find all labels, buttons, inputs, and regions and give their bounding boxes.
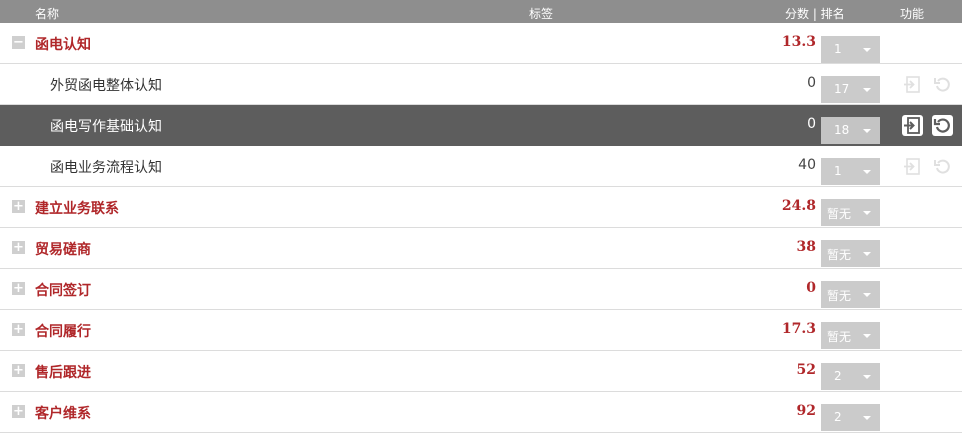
row-name: 合同签订 <box>35 283 91 299</box>
rank-dropdown[interactable]: 18 <box>821 117 880 144</box>
table-row[interactable]: + 售后跟进 52 2 <box>0 351 962 392</box>
rank-dropdown[interactable]: 1 <box>821 158 880 185</box>
chevron-down-icon <box>863 88 871 92</box>
chevron-down-icon <box>863 252 871 256</box>
chevron-down-icon <box>863 334 871 338</box>
rank-dropdown[interactable]: 暂无 <box>821 199 880 226</box>
chevron-down-icon <box>863 375 871 379</box>
row-name: 售后跟进 <box>35 365 91 381</box>
table-row[interactable]: − 函电认知 13.3 1 <box>0 23 962 64</box>
table-row[interactable]: + 合同履行 17.3 暂无 <box>0 310 962 351</box>
rank-value: 暂无 <box>827 289 852 303</box>
enter-icon[interactable] <box>902 74 923 95</box>
row-score: 17.3 <box>781 321 816 337</box>
table-row[interactable]: + 贸易磋商 38 暂无 <box>0 228 962 269</box>
row-score: 24.8 <box>781 198 816 214</box>
rank-value: 18 <box>834 123 850 137</box>
row-name: 函电认知 <box>35 37 91 53</box>
table-row[interactable]: 外贸函电整体认知 0 17 <box>0 64 962 105</box>
expand-icon[interactable]: + <box>12 364 25 377</box>
rank-value: 17 <box>834 82 850 96</box>
expand-icon[interactable]: + <box>12 282 25 295</box>
chevron-down-icon <box>863 416 871 420</box>
row-score: 0 <box>806 280 816 296</box>
table-row-selected[interactable]: 函电写作基础认知 0 18 <box>0 105 962 146</box>
header-tag: 标签 <box>529 7 554 21</box>
enter-icon[interactable] <box>902 115 923 136</box>
reset-icon[interactable] <box>932 156 953 177</box>
table-header: 名称 标签 分数 | 排名 功能 <box>0 0 962 23</box>
reset-icon[interactable] <box>932 115 953 136</box>
rank-value: 暂无 <box>827 248 852 262</box>
rank-dropdown[interactable]: 暂无 <box>821 322 880 349</box>
expand-icon[interactable]: + <box>12 200 25 213</box>
chevron-down-icon <box>863 170 871 174</box>
header-name: 名称 <box>35 7 60 21</box>
rank-value: 2 <box>834 410 842 424</box>
rank-dropdown[interactable]: 暂无 <box>821 240 880 267</box>
row-score: 52 <box>796 362 816 378</box>
row-name: 合同履行 <box>35 324 91 340</box>
table-row[interactable]: + 合同签订 0 暂无 <box>0 269 962 310</box>
row-name: 函电写作基础认知 <box>50 119 162 135</box>
rank-value: 2 <box>834 369 842 383</box>
row-score: 40 <box>798 157 816 173</box>
chevron-down-icon <box>863 211 871 215</box>
row-score: 0 <box>807 75 816 91</box>
rank-value: 暂无 <box>827 330 852 344</box>
row-name: 贸易磋商 <box>35 242 91 258</box>
row-score: 13.3 <box>781 34 816 50</box>
rank-dropdown[interactable]: 暂无 <box>821 281 880 308</box>
expand-icon[interactable]: + <box>12 323 25 336</box>
chevron-down-icon <box>863 48 871 52</box>
header-function: 功能 <box>900 7 925 21</box>
enter-icon[interactable] <box>902 156 923 177</box>
chevron-down-icon <box>863 293 871 297</box>
rank-dropdown[interactable]: 2 <box>821 404 880 431</box>
row-score: 92 <box>796 403 816 419</box>
rank-dropdown[interactable]: 1 <box>821 36 880 63</box>
chevron-down-icon <box>863 129 871 133</box>
expand-icon[interactable]: + <box>12 241 25 254</box>
table-row[interactable]: 函电业务流程认知 40 1 <box>0 146 962 187</box>
expand-icon[interactable]: + <box>12 405 25 418</box>
row-name: 客户维系 <box>35 406 91 422</box>
row-name: 函电业务流程认知 <box>50 160 162 176</box>
reset-icon[interactable] <box>932 74 953 95</box>
rank-value: 1 <box>834 42 842 56</box>
table-row[interactable]: + 建立业务联系 24.8 暂无 <box>0 187 962 228</box>
table-row[interactable]: + 客户维系 92 2 <box>0 392 962 433</box>
rank-dropdown[interactable]: 17 <box>821 76 880 103</box>
rank-dropdown[interactable]: 2 <box>821 363 880 390</box>
rank-value: 1 <box>834 164 842 178</box>
row-name: 建立业务联系 <box>35 201 119 217</box>
row-score: 0 <box>807 116 816 132</box>
header-score-rank: 分数 | 排名 <box>785 7 845 21</box>
row-name: 外贸函电整体认知 <box>50 78 162 94</box>
row-score: 38 <box>796 239 816 255</box>
collapse-icon[interactable]: − <box>12 36 25 49</box>
rank-value: 暂无 <box>827 207 852 221</box>
